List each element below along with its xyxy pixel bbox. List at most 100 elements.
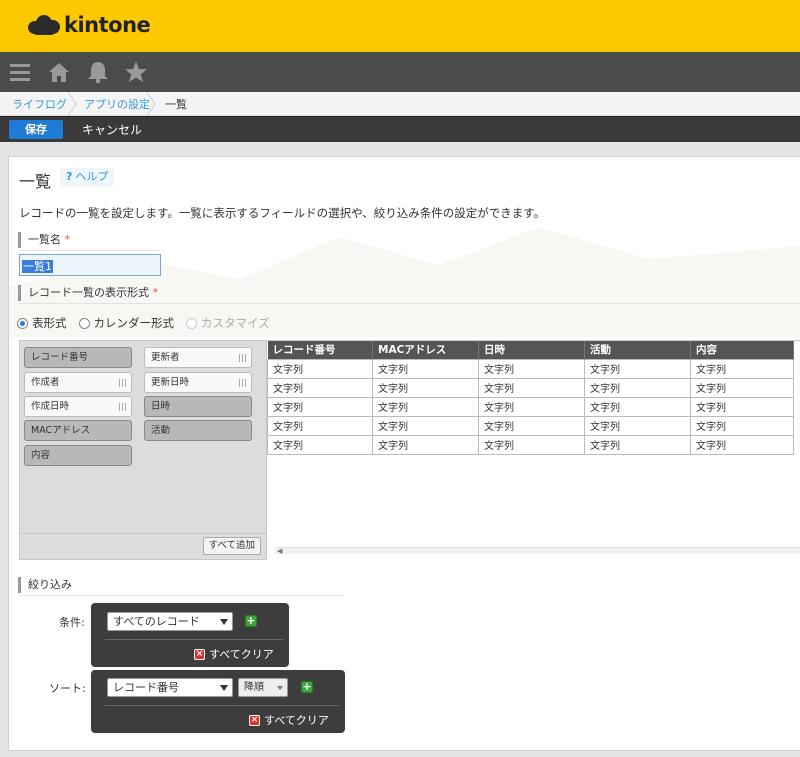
drag-handle-icon[interactable] [119,379,126,387]
table-cell: 文字列 [584,434,691,455]
divider [19,303,800,304]
table-cell: 文字列 [584,377,691,398]
condition-label: 条件: [59,616,85,629]
divider [105,705,339,706]
radio-icon [78,317,90,329]
sort-label: ソート: [49,682,86,695]
column-header[interactable]: 活動 [584,341,691,359]
palette-footer: すべて追加 [20,533,268,559]
field-chip-updated-at[interactable]: 更新日時 [144,372,252,393]
table-cell: 文字列 [584,415,691,436]
drag-handle-icon[interactable] [239,354,246,362]
breadcrumb-item-settings[interactable]: アプリの設定 [84,96,150,112]
display-format-label: レコード一覧の表示形式 * [18,285,158,301]
list-preview: レコード番号 MACアドレス 日時 活動 内容 文字列 文字列 文字列 文字列 文字列 … [267,340,800,560]
divider [19,250,159,251]
breadcrumb-separator-icon [146,92,156,116]
field-chip-record-number[interactable]: レコード番号 [24,347,132,368]
table-cell: 文字列 [690,415,794,436]
table-cell: 文字列 [690,396,794,417]
field-chip-datetime[interactable]: 日時 [144,396,252,417]
column-header[interactable]: 内容 [690,341,794,359]
field-chip-mac-address[interactable]: MACアドレス [24,420,132,441]
column-header[interactable]: 日時 [478,341,585,359]
chevron-down-icon [220,685,228,691]
table-cell: 文字列 [267,358,373,379]
table-cell: 文字列 [478,434,585,455]
table-cell: 文字列 [267,396,373,417]
condition-panel: すべてのレコード + × すべてクリア [91,603,289,667]
table-cell: 文字列 [690,434,794,455]
drag-handle-icon[interactable] [239,379,246,387]
clear-sort-button[interactable]: × すべてクリア [249,712,329,728]
table-cell: 文字列 [690,377,794,398]
view-settings-panel: 一覧 ? ヘルプ レコードの一覧を設定します。一覧に表示するフィールドの選択や、絞… [8,156,800,751]
table-cell: 文字列 [267,415,373,436]
required-mark: * [64,233,71,246]
column-header[interactable]: MACアドレス [372,341,479,359]
save-button[interactable]: 保存 [9,120,63,139]
add-condition-button[interactable]: + [245,615,257,627]
star-icon[interactable] [123,60,149,84]
table-cell: 文字列 [267,377,373,398]
view-name-label: 一覧名 * [18,232,70,248]
field-chip-activity[interactable]: 活動 [144,420,252,441]
preview-header-row: レコード番号 MACアドレス 日時 活動 内容 [267,341,794,359]
bell-icon[interactable] [85,60,111,84]
divider [105,639,283,640]
page-description: レコードの一覧を設定します。一覧に表示するフィールドの選択や、絞り込み条件の設定… [19,206,546,220]
divider [19,595,344,596]
table-cell: 文字列 [584,358,691,379]
table-cell: 文字列 [372,415,479,436]
radio-calendar-format[interactable]: カレンダー形式 [78,315,174,331]
kintone-logo[interactable]: kintone [28,13,151,37]
table-cell: 文字列 [372,434,479,455]
clear-conditions-button[interactable]: × すべてクリア [194,646,274,662]
clear-icon: × [194,648,205,660]
clear-icon: × [249,714,260,726]
table-row: 文字列 文字列 文字列 文字列 文字列 [267,396,794,417]
field-palette: レコード番号 作成者 作成日時 MACアドレス 内容 更新者 更新日時 日時 活… [19,340,268,560]
breadcrumb-separator-icon [67,92,77,116]
table-row: 文字列 文字列 文字列 文字列 文字列 [267,358,794,379]
scroll-left-icon[interactable]: ◀ [277,548,282,555]
table-cell: 文字列 [478,415,585,436]
add-sort-button[interactable]: + [301,681,313,693]
field-chip-created-at[interactable]: 作成日時 [24,396,132,417]
table-row: 文字列 文字列 文字列 文字列 文字列 [267,415,794,436]
table-cell: 文字列 [478,396,585,417]
help-link[interactable]: ? ヘルプ [60,168,115,186]
radio-custom-format: カスタマイズ [186,315,270,331]
menu-icon[interactable] [8,60,34,84]
breadcrumb-item-app[interactable]: ライフログ [12,96,67,112]
page-title: 一覧 [19,172,52,191]
display-format-options: 表形式 カレンダー形式 カスタマイズ [17,315,282,331]
radio-table-format[interactable]: 表形式 [17,315,67,331]
table-cell: 文字列 [584,396,691,417]
action-bar: 保存 キャンセル [0,116,800,142]
column-header[interactable]: レコード番号 [267,341,373,359]
breadcrumb: ライフログ アプリの設定 一覧 [0,92,800,116]
table-cell: 文字列 [478,377,585,398]
radio-selected-icon [17,317,28,329]
sort-field-select[interactable]: レコード番号 [107,678,233,697]
field-chip-creator[interactable]: 作成者 [24,372,132,393]
view-name-input[interactable]: 一覧1 [19,254,161,276]
field-chip-content[interactable]: 内容 [24,445,132,466]
drag-handle-icon[interactable] [119,403,126,411]
condition-select[interactable]: すべてのレコード [107,612,233,631]
home-icon[interactable] [46,60,72,84]
sort-order-select[interactable]: 降順 [238,678,288,697]
table-row: 文字列 文字列 文字列 文字列 文字列 [267,434,794,455]
table-cell: 文字列 [478,358,585,379]
logo-text: kintone [64,13,151,37]
filter-section-label: 絞り込み [18,577,72,593]
radio-disabled-icon [186,317,197,329]
horizontal-scrollbar[interactable]: ◀ [275,547,800,555]
field-chip-updater[interactable]: 更新者 [144,347,252,368]
add-all-button[interactable]: すべて追加 [202,537,261,555]
table-cell: 文字列 [372,377,479,398]
table-cell: 文字列 [690,358,794,379]
cancel-button[interactable]: キャンセル [82,121,142,138]
global-nav [0,52,800,92]
